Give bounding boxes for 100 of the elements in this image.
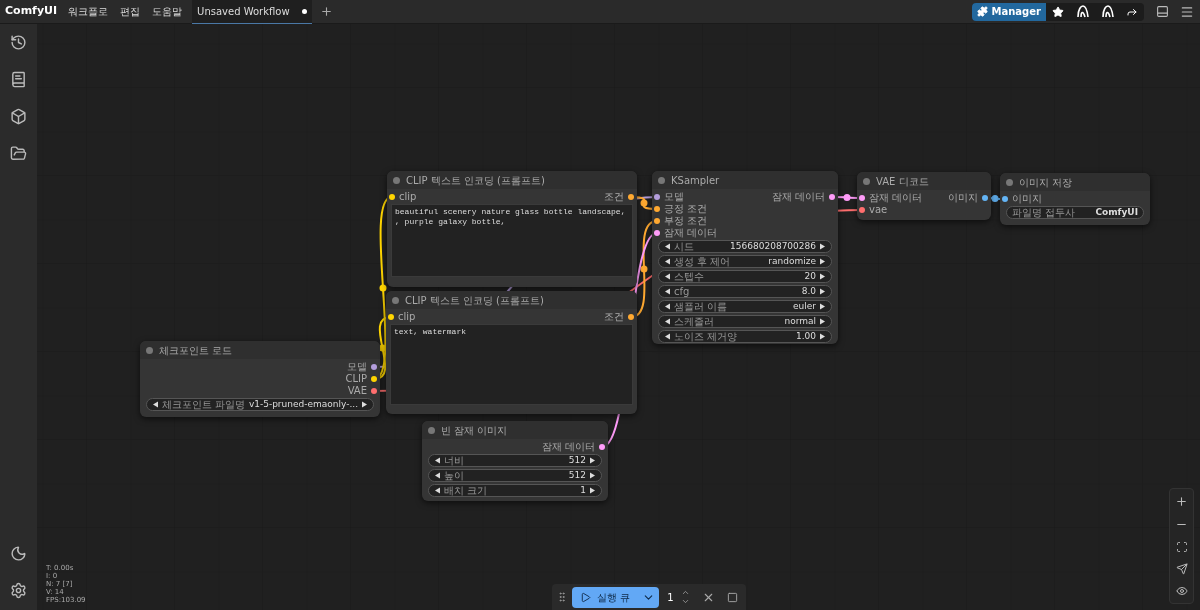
star-icon[interactable] [1052,5,1064,18]
fit-view-icon[interactable] [1175,541,1188,553]
increment-arrow-icon[interactable] [819,333,826,340]
node-widget[interactable]: 스케줄러 normal [658,315,832,328]
node-widget[interactable]: 생성 후 제어 randomize [658,255,832,268]
node-widget[interactable]: cfg 8.0 [658,285,832,298]
decrement-icon[interactable] [681,597,691,606]
widget-label: 너비 [444,455,464,466]
drag-handle-icon[interactable] [556,591,568,603]
node-widget[interactable]: 시드 156680208700286 [658,240,832,253]
node-widget[interactable]: 너비 512 [428,454,602,467]
menu-item[interactable]: 도움말 [146,4,189,19]
output-port[interactable] [371,388,377,394]
input-port[interactable] [859,207,865,213]
widget-value: randomize [768,257,816,266]
increment-arrow-icon[interactable] [819,303,826,310]
menu-item[interactable]: 워크플로 [62,4,115,19]
widget-label: 스텝수 [674,271,704,282]
widget-value: v1-5-pruned-emaonly-... [248,400,358,409]
decrement-arrow-icon[interactable] [434,487,441,494]
node-title: VAE 디코드 [876,174,929,189]
decrement-arrow-icon[interactable] [664,288,671,295]
increment-arrow-icon[interactable] [819,288,826,295]
widget-label: 생성 후 제어 [674,256,731,267]
workflow-tab[interactable]: Unsaved Workflow [192,0,312,24]
decrement-arrow-icon[interactable] [664,333,671,340]
app-logo[interactable]: ComfyUI [0,3,63,20]
history-icon[interactable] [10,34,27,51]
widget-label: 체크포인트 파일명 [162,399,246,410]
play-icon [580,591,591,603]
settings-icon[interactable] [10,582,27,599]
widget-label: 샘플러 이름 [674,301,728,312]
port-label: 부정 조건 [664,216,708,226]
decrement-arrow-icon[interactable] [664,258,671,265]
cube-icon[interactable] [10,108,27,125]
zoom-in-icon[interactable] [1175,495,1188,508]
widget-label: 시드 [674,241,694,252]
node-widget[interactable]: 체크포인트 파일명 v1-5-pruned-emaonly-... [146,398,374,411]
stop-icon[interactable] [727,591,739,603]
navigate-icon[interactable] [1175,563,1188,575]
port-label: 잠재 데이터 [771,192,825,202]
widget-value: 512 [568,456,586,465]
decrement-arrow-icon[interactable] [664,273,671,280]
increment-arrow-icon[interactable] [589,457,596,464]
graph-node[interactable]: KSampler 모델 긍정 조건 부정 조건 잠재 데이터 잠재 데이터 시드 156680208700286 생성 후 제어 randomize 스텝수 20 cfg 8.0 샘플러 이름 euler 스케줄러 normal 노이즈 제거양 1.00 [652,171,838,344]
manager-button[interactable]: Manager [971,2,1046,21]
port-label: 긍정 조건 [664,204,708,214]
node-widget[interactable]: 파일명 접두사 ComfyUI [1006,206,1144,219]
node-widget[interactable]: 노이즈 제거양 1.00 [658,330,832,343]
graph-node[interactable]: 빈 잠재 이미지 잠재 데이터 너비 512 높이 512 배치 크기 1 [422,421,608,501]
menu-icon[interactable] [1180,4,1194,19]
graph-node[interactable]: VAE 디코드 잠재 데이터 vae 이미지 [857,172,991,220]
node-widget[interactable]: 높이 512 [428,469,602,482]
output-port[interactable] [371,376,377,382]
increment-arrow-icon[interactable] [361,401,368,408]
decrement-arrow-icon[interactable] [664,303,671,310]
port-label: 모델 [347,362,367,372]
graph-node[interactable]: 체크포인트 로드 모델 CLIP VAE 체크포인트 파일명 v1-5-pruned-emaonly-... [140,341,380,417]
increment-arrow-icon[interactable] [589,472,596,479]
widget-value: 1.00 [795,332,816,341]
folder-icon[interactable] [10,145,27,162]
input-port[interactable] [859,195,865,201]
node-title: 체크포인트 로드 [159,343,233,358]
port-label: 잠재 데이터 [541,442,595,452]
output-port[interactable] [599,444,605,450]
port-label: vae [869,205,888,215]
node-widget[interactable]: 배치 크기 1 [428,484,602,497]
widget-label: 스케줄러 [674,316,714,327]
port-label: 이미지 [1012,194,1042,204]
eye-icon[interactable] [1175,585,1188,597]
arch-icon[interactable] [1101,5,1114,18]
port-label: 이미지 [948,193,978,203]
increment-arrow-icon[interactable] [819,243,826,250]
port-label: 모델 [664,192,684,202]
input-port[interactable] [1002,196,1008,202]
output-port[interactable] [982,195,988,201]
increment-arrow-icon[interactable] [819,258,826,265]
panel-toggle-icon[interactable] [1156,5,1169,18]
moon-icon[interactable] [10,545,27,562]
decrement-arrow-icon[interactable] [434,457,441,464]
decrement-arrow-icon[interactable] [152,401,159,408]
increment-arrow-icon[interactable] [589,487,596,494]
increment-icon[interactable] [681,588,691,597]
decrement-arrow-icon[interactable] [664,318,671,325]
output-port[interactable] [829,194,835,200]
increment-arrow-icon[interactable] [819,273,826,280]
graph-node[interactable]: 이미지 저장 이미지 파일명 접두사 ComfyUI [1000,173,1150,225]
new-tab-icon[interactable] [319,5,333,18]
widget-value: normal [784,317,816,326]
widget-label: cfg [674,286,690,297]
node-title: 이미지 저장 [1019,175,1073,190]
node-widget[interactable]: 샘플러 이름 euler [658,300,832,313]
decrement-arrow-icon[interactable] [434,472,441,479]
increment-arrow-icon[interactable] [819,318,826,325]
batch-count-field[interactable]: 1 [667,589,682,605]
decrement-arrow-icon[interactable] [664,243,671,250]
node-widget[interactable]: 스텝수 20 [658,270,832,283]
book-icon[interactable] [10,71,27,88]
menu-item[interactable]: 편집 [114,4,147,19]
arch-icon[interactable] [1076,5,1089,18]
